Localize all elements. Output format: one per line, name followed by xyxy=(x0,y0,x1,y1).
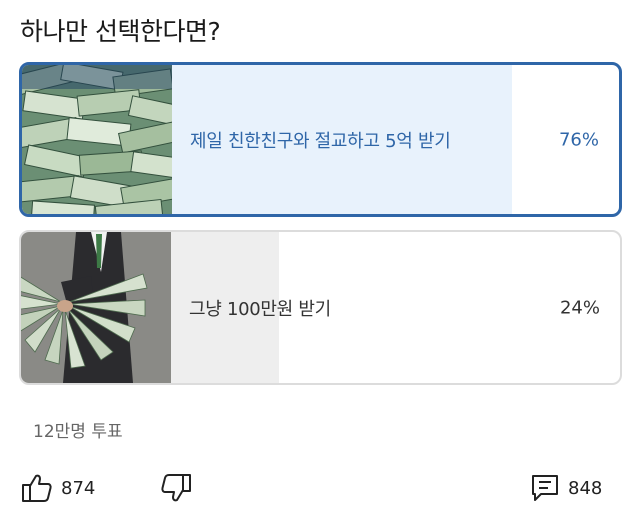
poll-option-2-label: 그냥 100만원 받기 xyxy=(189,298,331,320)
poll-option-2[interactable]: 그냥 100만원 받기 24% xyxy=(19,230,622,385)
comment-icon xyxy=(530,473,560,503)
comment-button[interactable]: 848 xyxy=(530,473,602,503)
thumbs-up-icon xyxy=(21,473,53,503)
vote-count: 12만명 투표 xyxy=(33,422,123,442)
poll-option-2-percent: 24% xyxy=(559,297,600,318)
comment-count: 848 xyxy=(568,477,603,499)
like-count: 874 xyxy=(61,477,96,499)
like-button[interactable]: 874 xyxy=(21,473,95,503)
thumbs-down-icon xyxy=(160,473,192,503)
poll-option-1-percent: 76% xyxy=(558,129,599,150)
poll-question: 하나만 선택한다면? xyxy=(20,17,221,46)
dislike-button[interactable] xyxy=(160,473,192,503)
poll-option-1[interactable]: 제일 친한친구와 절교하고 5억 받기 76% xyxy=(19,62,622,217)
poll-option-1-label: 제일 친한친구와 절교하고 5억 받기 xyxy=(190,130,451,152)
money-stacks-image xyxy=(22,65,172,214)
man-holding-dollar-fan-image xyxy=(21,232,171,383)
